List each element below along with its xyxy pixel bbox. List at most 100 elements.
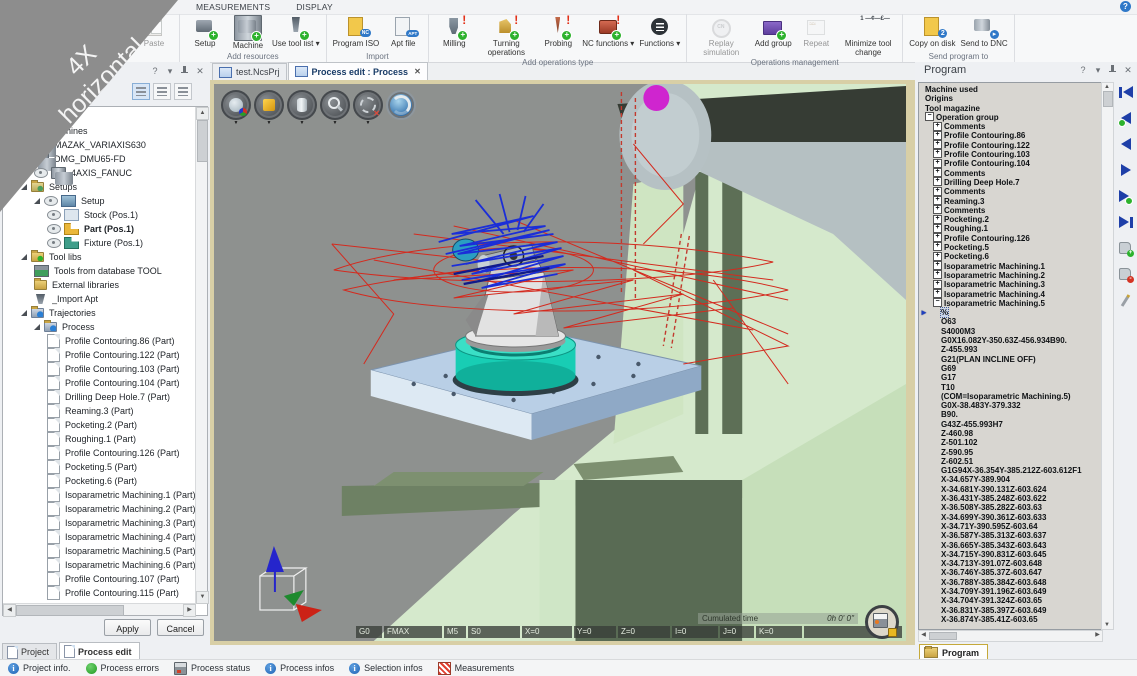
status-item[interactable]: Selection infos <box>349 663 423 674</box>
step-forward-icon[interactable] <box>1118 164 1134 177</box>
expander-icon[interactable] <box>933 140 942 149</box>
tree-item[interactable]: Profile Contouring.126 (Part) <box>4 446 195 460</box>
expander-icon[interactable] <box>933 159 942 168</box>
expander-icon[interactable] <box>933 215 942 224</box>
program-item[interactable]: ►Profile Contouring.86 <box>919 131 1102 140</box>
program-item[interactable]: ►G0X-38.483Y-379.332 <box>919 401 1102 410</box>
ribbon-button[interactable]: !+ Send to DNC <box>959 14 1010 49</box>
program-item[interactable]: ►Z-455.993 <box>919 345 1102 354</box>
tree-item[interactable]: Ressources <box>4 110 195 124</box>
status-item[interactable]: Project info. <box>8 663 71 674</box>
ribbon-button[interactable]: !+ Setup <box>184 14 226 49</box>
tree-item[interactable]: Trajectories <box>4 306 195 320</box>
tree-item[interactable]: Reaming.3 (Part) <box>4 404 195 418</box>
eye-icon[interactable] <box>47 238 61 248</box>
caret-icon[interactable] <box>34 324 40 330</box>
scrollbar-thumb[interactable] <box>16 605 124 616</box>
program-item[interactable]: ►X-34.704Y-391.324Z-603.65 <box>919 596 1102 605</box>
machine-state-button[interactable] <box>865 605 899 639</box>
tree-item[interactable]: Profile Contouring.115 (Part) <box>4 586 195 600</box>
caret-icon[interactable] <box>21 184 27 190</box>
expander-icon[interactable] <box>933 242 942 251</box>
tree-item[interactable]: Profile Contouring.86 (Part) <box>4 334 195 348</box>
ribbon-button[interactable]: !+ Functions ▾ <box>637 14 682 49</box>
program-item[interactable]: ►Reaming.3 <box>919 197 1102 206</box>
expander-icon[interactable] <box>933 270 942 279</box>
program-item[interactable]: ►G69 <box>919 364 1102 373</box>
caret-icon[interactable] <box>34 198 40 204</box>
zoom-options-button[interactable]: ▼ <box>320 90 350 126</box>
program-item[interactable]: ►G0X16.082Y-350.63Z-456.934B90. <box>919 336 1102 345</box>
scrollbar-thumb[interactable] <box>1103 91 1113 107</box>
program-item[interactable]: ►X-34.713Y-391.07Z-603.648 <box>919 559 1102 568</box>
program-panel-tab[interactable]: Program <box>919 644 988 660</box>
program-item[interactable]: ►Z-590.95 <box>919 448 1102 457</box>
tree-item[interactable]: Isoparametric Machining.6 (Part) <box>4 558 195 572</box>
simulation-refresh-button[interactable]: ▼ <box>386 90 416 126</box>
tree-item[interactable]: _Import Apt <box>4 292 195 306</box>
close-icon[interactable]: ✕ <box>414 67 421 76</box>
tree-item[interactable]: Profile Contouring.104 (Part) <box>4 376 195 390</box>
program-item[interactable]: ►Profile Contouring.104 <box>919 159 1102 168</box>
scroll-down-icon[interactable]: ▼ <box>1102 621 1112 629</box>
program-item[interactable]: ►X-36.431Y-385.248Z-603.622 <box>919 494 1102 503</box>
program-item[interactable]: ►X-34.657Y-389.904 <box>919 475 1102 484</box>
shading-mode-button[interactable]: ▼ <box>254 90 284 126</box>
dropdown-arrow-icon[interactable]: ▼ <box>300 120 305 126</box>
program-item[interactable]: ►Isoparametric Machining.1 <box>919 262 1102 271</box>
viewport-tab[interactable]: test.NcsPrj <box>212 63 287 80</box>
collapse-panel-icon[interactable]: ▾ <box>164 65 176 77</box>
program-item[interactable]: ►Comments <box>919 206 1102 215</box>
caret-icon[interactable] <box>21 310 27 316</box>
program-item[interactable]: ►Drilling Deep Hole.7 <box>919 178 1102 187</box>
collapse-panel-icon[interactable]: ▾ <box>1092 64 1104 76</box>
tree-horizontal-scrollbar[interactable]: ◀ ▶ <box>3 603 196 615</box>
status-item[interactable]: Process status <box>174 662 250 675</box>
prev-operation-icon[interactable] <box>1118 112 1134 125</box>
program-item[interactable]: ►X-36.746Y-385.37Z-603.647 <box>919 568 1102 577</box>
ribbon-button[interactable]: !+ Program ISO <box>331 14 382 49</box>
program-item[interactable]: ►Origins <box>919 94 1102 103</box>
program-item[interactable]: ►Profile Contouring.122 <box>919 141 1102 150</box>
expander-icon[interactable] <box>933 205 942 214</box>
stock-display-button[interactable]: ▼ <box>287 90 317 126</box>
add-operation-icon[interactable] <box>1118 242 1134 255</box>
go-last-icon[interactable] <box>1118 216 1134 229</box>
tree-item[interactable]: Process <box>4 320 195 334</box>
program-item[interactable]: ►X-36.665Y-385.343Z-603.643 <box>919 541 1102 550</box>
eye-icon[interactable] <box>44 196 58 206</box>
program-item[interactable]: ►(COM=Isoparametric Machining.5) <box>919 392 1102 401</box>
program-item[interactable]: ►Comments <box>919 122 1102 131</box>
program-item[interactable]: ►Z-460.98 <box>919 429 1102 438</box>
scroll-left-icon[interactable]: ◀ <box>3 604 16 617</box>
program-item[interactable]: ►Operation group <box>919 113 1102 122</box>
left-panel-tab[interactable]: Project <box>2 643 57 660</box>
ribbon-button[interactable]: !+ Add group <box>752 14 794 49</box>
ribbon-button[interactable]: !+ Copy <box>90 14 132 49</box>
pin-icon[interactable] <box>1107 64 1119 76</box>
eye-icon[interactable] <box>47 210 61 220</box>
program-item[interactable]: ►O63 <box>919 317 1102 326</box>
tree-vertical-scrollbar[interactable]: ▲ ▼ <box>195 107 207 604</box>
left-panel-tab[interactable]: Process edit <box>59 642 140 660</box>
program-item[interactable]: ►Roughing.1 <box>919 224 1102 233</box>
ribbon-tab[interactable]: DISPLAY <box>296 2 333 12</box>
scroll-up-icon[interactable]: ▲ <box>196 107 209 120</box>
program-item[interactable]: ►Pocketing.6 <box>919 252 1102 261</box>
expander-icon[interactable] <box>933 233 942 242</box>
tree-item[interactable]: Isoparametric Machining.4 (Part) <box>4 530 195 544</box>
tree-item[interactable]: Tools from database TOOL <box>4 264 195 278</box>
ribbon-button[interactable]: !+ Paste <box>133 14 175 49</box>
apply-button[interactable]: Apply <box>104 619 151 636</box>
tree-item[interactable]: Roughing.1 (Part) <box>4 432 195 446</box>
caret-icon[interactable] <box>21 128 27 134</box>
status-item[interactable]: Process infos <box>265 663 334 674</box>
tree-item[interactable]: Part (Pos.1) <box>4 222 195 236</box>
tree-item[interactable]: Profile Contouring.103 (Part) <box>4 362 195 376</box>
scroll-right-icon[interactable]: ▶ <box>1093 631 1102 639</box>
expander-icon[interactable] <box>933 149 942 158</box>
expander-icon[interactable] <box>933 196 942 205</box>
tree-item[interactable]: Pocketing.5 (Part) <box>4 460 195 474</box>
ribbon-button[interactable]: !+ Minimize tool change <box>838 14 898 58</box>
program-item[interactable]: ►Comments <box>919 187 1102 196</box>
